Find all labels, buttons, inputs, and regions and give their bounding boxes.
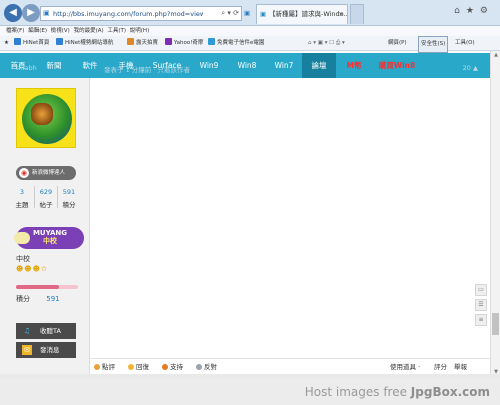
reply-action[interactable]: 回復 bbox=[128, 359, 149, 375]
menu-view[interactable]: 檢視(V) bbox=[51, 28, 70, 34]
menu-file[interactable]: 檔案(F) bbox=[6, 28, 24, 34]
site-favicon-icon: ▣ bbox=[43, 9, 50, 17]
rank-badge: MUYANG 中校 bbox=[14, 227, 84, 249]
chat-icon[interactable]: ▭ bbox=[475, 284, 487, 296]
forward-arrow-icon[interactable]: ▶ bbox=[22, 4, 40, 22]
points-value: 591 bbox=[46, 295, 60, 303]
user-sidebar: ◉ 新浪微博達人 3 主題 629 帖子 591 積分 MUYANG 中校 中校… bbox=[0, 78, 90, 374]
vertical-scrollbar[interactable]: ▲ ▼ bbox=[490, 51, 500, 376]
fav-ruten[interactable]: 露天拍賣 bbox=[127, 36, 158, 51]
stat-points[interactable]: 591 積分 bbox=[59, 188, 79, 209]
menu-bar: 檔案(F) 編輯(E) 檢視(V) 我的最愛(A) 工具(T) 說明(H) bbox=[0, 26, 500, 36]
post-content bbox=[90, 78, 490, 374]
address-bar[interactable]: ▣ http://bbs.imuyang.com/forum.php?mod=v… bbox=[40, 6, 242, 21]
rank-label: 中校 bbox=[16, 255, 30, 263]
watermark: Host images free JpgBox.com bbox=[305, 385, 490, 399]
tab-title: 【新種屬】譜求與-Windo... bbox=[269, 10, 348, 18]
weibo-follow-button[interactable]: ◉ 新浪微博達人 bbox=[16, 166, 76, 180]
support-action[interactable]: 支持 bbox=[162, 359, 183, 375]
tools-menu[interactable]: 工具(O) bbox=[455, 36, 475, 51]
stat-points-label: 積分 bbox=[62, 201, 76, 209]
tiger-icon bbox=[31, 103, 53, 125]
report-action[interactable]: 舉報 bbox=[454, 359, 467, 375]
refresh-icon[interactable]: ⌕ ▾ ⟳ bbox=[221, 9, 239, 18]
points-label: 積分 bbox=[16, 295, 30, 303]
stat-points-value[interactable]: 591 bbox=[59, 188, 79, 196]
post-action-bar: 點評 回復 支持 反對 使用道具 · 評分 舉報 bbox=[90, 358, 490, 374]
thumb-down-icon bbox=[196, 364, 202, 370]
points-row: 積分 591 bbox=[16, 294, 60, 304]
stat-posts-label: 帖子 bbox=[39, 201, 53, 209]
rate-action[interactable]: 評分 bbox=[434, 359, 447, 375]
floating-tools: ▭ ☰ ≡ bbox=[475, 284, 489, 329]
home-icon[interactable]: ⌂ ▾ ▣ ▾ ☐ ⎙ ▾ bbox=[308, 36, 345, 51]
tab-close-icon[interactable]: × bbox=[339, 5, 344, 23]
headphones-icon: ♫ bbox=[23, 327, 31, 335]
envelope-icon: ✉ bbox=[22, 345, 32, 355]
menu-tools[interactable]: 工具(T) bbox=[107, 28, 126, 34]
fav-yahoo[interactable]: Yahoo!奇摩 bbox=[165, 36, 203, 51]
send-message-label: 發消息 bbox=[40, 346, 60, 354]
level-progress bbox=[16, 285, 78, 289]
comment-icon bbox=[94, 364, 100, 370]
favorites-bar: ★ HiNet首頁 HiNet權勢網站導航 露天拍賣 Yahoo!奇摩 免費電子… bbox=[0, 36, 500, 53]
hinet-icon bbox=[14, 38, 21, 45]
post-meta: 發表于 1 分鐘前 · 只看該作者 bbox=[104, 66, 190, 74]
watermark-footer: Host images free JpgBox.com bbox=[0, 378, 500, 405]
follow-ta-label: 收聽TA bbox=[40, 327, 61, 335]
list-icon[interactable]: ☰ bbox=[475, 299, 487, 311]
avatar[interactable] bbox=[16, 88, 76, 148]
menu-edit[interactable]: 編輯(E) bbox=[28, 28, 47, 34]
badge-title: MUYANG bbox=[32, 229, 68, 237]
rank-stars-icon: ☻☻☻✩ bbox=[16, 265, 48, 273]
tab-favicon-icon: ▣ bbox=[260, 10, 267, 18]
weibo-icon: ◉ bbox=[19, 168, 29, 178]
email-icon bbox=[208, 38, 215, 45]
post-floor: 20 ▲ bbox=[462, 64, 478, 72]
level-progress-fill bbox=[16, 285, 60, 289]
ruten-icon bbox=[127, 38, 134, 45]
hinet-nav-icon bbox=[56, 38, 63, 45]
fav-hinet-nav[interactable]: HiNet權勢網站導航 bbox=[56, 36, 113, 51]
thumb-up-icon bbox=[162, 364, 168, 370]
send-message-button[interactable]: ✉ 發消息 bbox=[16, 342, 76, 358]
fav-hinet[interactable]: HiNet首頁 bbox=[14, 36, 49, 51]
stat-threads-label: 主題 bbox=[15, 201, 29, 209]
scroll-up-icon[interactable]: ▲ bbox=[491, 52, 500, 58]
stat-threads-value[interactable]: 3 bbox=[12, 188, 32, 196]
weibo-label: 新浪微博達人 bbox=[32, 170, 66, 176]
stat-posts-value[interactable]: 629 bbox=[36, 188, 56, 196]
oppose-action[interactable]: 反對 bbox=[196, 359, 217, 375]
cloud-icon bbox=[14, 232, 30, 244]
fav-email[interactable]: 免費電子信件e電園 bbox=[208, 36, 264, 51]
new-tab-button[interactable] bbox=[350, 4, 364, 24]
favorites-star-icon[interactable]: ★ bbox=[4, 36, 9, 51]
stat-divider bbox=[34, 186, 35, 208]
follow-ta-button[interactable]: ♫ 收聽TA bbox=[16, 323, 76, 339]
watermark-brand: JpgBox.com bbox=[410, 385, 490, 399]
browser-titlebar: ◀ ▶ ▣ http://bbs.imuyang.com/forum.php?m… bbox=[0, 0, 500, 26]
stat-posts[interactable]: 629 帖子 bbox=[36, 188, 56, 209]
comment-action[interactable]: 點評 bbox=[94, 359, 115, 375]
menu-favorites[interactable]: 我的最愛(A) bbox=[74, 28, 104, 34]
window-controls[interactable]: ⌂★⚙ bbox=[454, 6, 494, 16]
menu-help[interactable]: 說明(H) bbox=[130, 28, 149, 34]
page-menu[interactable]: 網頁(P) bbox=[388, 36, 407, 51]
back-arrow-icon[interactable]: ◀ bbox=[4, 4, 22, 22]
stat-threads[interactable]: 3 主題 bbox=[12, 188, 32, 209]
address-url[interactable]: http://bbs.imuyang.com/forum.php?mod=vie… bbox=[53, 10, 203, 18]
reply-icon bbox=[128, 364, 134, 370]
site-tab-icon[interactable]: ▣ bbox=[244, 4, 254, 24]
use-item-action[interactable]: 使用道具 · bbox=[390, 359, 420, 375]
post-subhead: thiabh 發表于 1 分鐘前 · 只看該作者 20 ▲ bbox=[0, 64, 490, 76]
watermark-prefix: Host images free bbox=[304, 385, 411, 399]
stat-divider bbox=[57, 186, 58, 208]
safety-menu[interactable]: 安全性(S) bbox=[418, 36, 449, 53]
tab-main[interactable]: ▣ 【新種屬】譜求與-Windo... × bbox=[256, 4, 348, 24]
scroll-thumb[interactable] bbox=[492, 313, 499, 335]
menu-icon[interactable]: ≡ bbox=[475, 314, 487, 326]
post-author[interactable]: thiabh bbox=[16, 64, 37, 72]
yahoo-icon bbox=[165, 38, 172, 45]
